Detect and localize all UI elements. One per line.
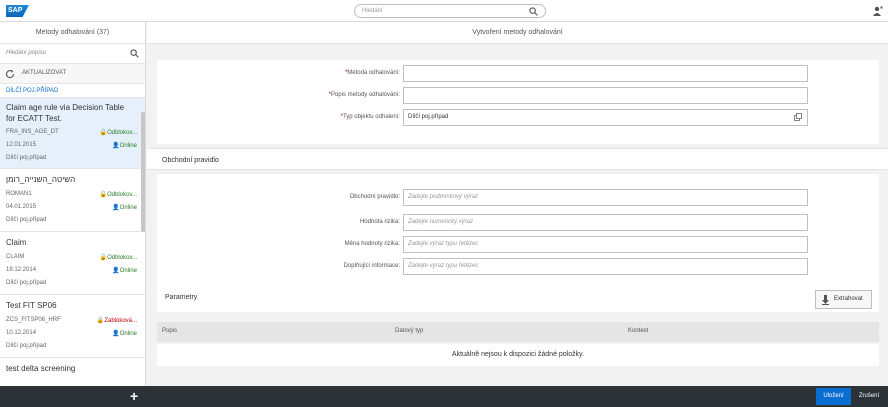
no-data-message: Aktuálně nejsou k dispozici žádné položk… xyxy=(157,344,879,366)
list-item[interactable]: Test FIT SP06 ZCS_FITSP06_HRF 10.12.2014… xyxy=(0,295,145,358)
object-type-input[interactable]: Dílčí poj.případ xyxy=(403,109,808,126)
rule-input[interactable]: Zadejte podmínkový výraz xyxy=(403,189,808,206)
risk-currency-input[interactable]: Zadejte výraz typu řetězec xyxy=(403,236,808,253)
refresh-button[interactable]: AKTUALIZOVAT xyxy=(0,64,145,84)
detail-pane: Vytvoření metody odhalování *Metoda odha… xyxy=(147,22,888,386)
user-menu-icon[interactable] xyxy=(873,6,883,18)
value-help-icon[interactable] xyxy=(794,113,802,128)
item-online-status: 👤Online xyxy=(112,331,137,337)
column-header-context: Kontext xyxy=(628,328,649,334)
item-id: ROMAN1 xyxy=(6,191,32,197)
item-online-status: 👤Online xyxy=(112,205,137,211)
detail-footer: Uložení Zrušení xyxy=(147,386,888,407)
item-date: 19.12.2014 xyxy=(6,267,37,273)
method-input[interactable] xyxy=(403,65,808,82)
item-date: 04.01.2015 xyxy=(6,204,37,210)
group-header: DÍLČÍ POJ.PŘÍPAD xyxy=(0,84,145,98)
item-title-line2: for ECATT Test. xyxy=(6,114,63,123)
item-id: ZCS_FITSP06_HRF xyxy=(6,317,61,323)
detail-title: Vytvoření metody odhalování xyxy=(147,22,888,44)
master-scrollbar[interactable] xyxy=(141,112,145,232)
unlock-icon: 🔓 xyxy=(99,192,108,198)
person-icon: 👤 xyxy=(112,268,120,274)
item-title: Claim xyxy=(6,238,27,247)
list-item[interactable]: השיטה_השנייה_רומן ROMAN1 04.01.2015 Dílč… xyxy=(0,169,145,232)
column-header-description: Popis xyxy=(162,328,178,334)
item-lock-status: 🔒Zabloková... xyxy=(96,318,137,324)
item-date: 10.12.2014 xyxy=(6,330,37,336)
extract-button[interactable]: Extrahovat xyxy=(815,290,872,309)
person-icon: 👤 xyxy=(112,143,120,149)
item-type: Dílčí poj.případ xyxy=(6,280,47,286)
rule-label: Obchodní pravidlo: xyxy=(349,194,400,200)
master-search-field[interactable]: Hledání popisu xyxy=(0,44,145,64)
global-search-placeholder: Hledání xyxy=(362,8,383,14)
unlock-icon: 🔓 xyxy=(99,130,108,136)
description-label: *Popis metody odhalování: xyxy=(328,92,400,98)
person-icon: 👤 xyxy=(112,331,120,337)
risk-value-label: Hodnota rizika: xyxy=(359,219,400,225)
refresh-label: AKTUALIZOVAT xyxy=(22,70,67,76)
item-type: Dílčí poj.případ xyxy=(6,343,47,349)
section-title: Obchodní pravidlo xyxy=(162,157,219,164)
general-form: *Metoda odhalování: *Popis metody odhalo… xyxy=(157,60,879,144)
master-footer: + xyxy=(0,386,147,407)
item-date: 12.01.2015 xyxy=(6,142,37,148)
item-online-status: 👤Online xyxy=(112,143,137,149)
list-item[interactable]: Claim CLAIM 19.12.2014 Dílčí poj.případ … xyxy=(0,232,145,295)
search-icon[interactable] xyxy=(130,49,139,60)
master-title: Metody odhalování (37) xyxy=(0,22,145,44)
search-icon[interactable] xyxy=(529,7,538,18)
item-online-status: 👤Online xyxy=(112,268,137,274)
item-lock-status: 🔓Odblokov... xyxy=(99,192,137,198)
object-type-label: *Typ objektu odhalení: xyxy=(340,114,400,120)
risk-value-input[interactable]: Zadejte numerický výraz xyxy=(403,214,808,231)
sap-logo[interactable]: SAP xyxy=(6,5,29,17)
additional-info-label: Doplňující informace: xyxy=(343,263,400,269)
item-id: FRA_INS_AGE_DT xyxy=(6,129,59,135)
parameters-table-header: Popis Datový typ Kontext xyxy=(157,322,879,342)
master-list-pane: Metody odhalování (37) Hledání popisu AK… xyxy=(0,22,146,386)
save-button[interactable]: Uložení xyxy=(816,388,851,405)
item-lock-status: 🔓Odblokov... xyxy=(99,255,137,261)
cancel-button[interactable]: Zrušení xyxy=(854,388,884,405)
shell-header: SAP Hledání xyxy=(0,0,888,22)
item-lock-status: 🔓Odblokov... xyxy=(99,130,137,136)
extract-label: Extrahovat xyxy=(834,296,863,302)
additional-info-input[interactable]: Zadejte výraz typu řetězec xyxy=(403,258,808,275)
item-title: Test FIT SP06 xyxy=(6,301,57,310)
global-search-field[interactable]: Hledání xyxy=(354,4,546,18)
item-id: CLAIM xyxy=(6,254,25,260)
add-icon[interactable]: + xyxy=(130,389,138,403)
method-label: *Metoda odhalování: xyxy=(344,70,400,76)
parameters-toolbar: Parametry Extrahovat xyxy=(157,290,879,310)
master-search-placeholder: Hledání popisu xyxy=(6,50,47,56)
item-type: Dílčí poj.případ xyxy=(6,217,47,223)
parameters-title: Parametry xyxy=(165,294,198,301)
unlock-icon: 🔓 xyxy=(99,255,108,261)
item-title: test delta screening xyxy=(6,364,76,373)
extract-icon xyxy=(822,295,829,313)
item-type: Dílčí poj.případ xyxy=(6,155,47,161)
list-item[interactable]: test delta screening xyxy=(0,358,145,386)
risk-currency-label: Měna hodnoty rizika: xyxy=(344,241,400,247)
item-title: Claim age rule via Decision Table xyxy=(6,103,125,112)
list-item[interactable]: Claim age rule via Decision Table for EC… xyxy=(0,98,145,169)
description-input[interactable] xyxy=(403,87,808,104)
business-rule-section-header: Obchodní pravidlo xyxy=(147,148,888,170)
object-type-value: Dílčí poj.případ xyxy=(408,114,449,120)
column-header-data-type: Datový typ xyxy=(395,328,424,334)
refresh-icon xyxy=(5,69,15,81)
person-icon: 👤 xyxy=(112,205,120,211)
item-title: השיטה_השנייה_רומן xyxy=(6,175,76,184)
